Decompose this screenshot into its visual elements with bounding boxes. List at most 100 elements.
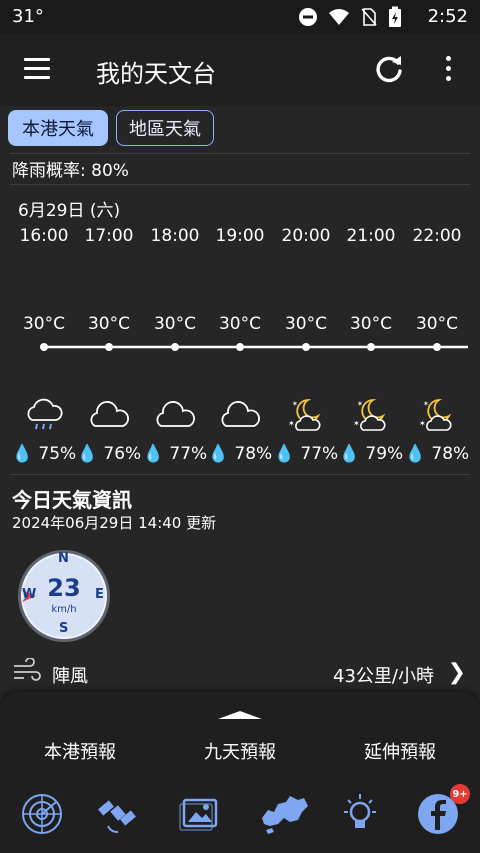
- status-temperature: 31°: [12, 6, 44, 27]
- temperature-point: [302, 343, 310, 351]
- humidity-drop-icon: 💧: [207, 444, 229, 464]
- more-options-button[interactable]: [444, 56, 452, 84]
- forecast-temperature: 30°C: [218, 314, 261, 334]
- forecast-temperature: 30°C: [22, 314, 65, 334]
- humidity-value: 77%: [169, 444, 208, 464]
- forecast-temperature: 30°C: [415, 314, 458, 334]
- forecast-hour: 22:00: [412, 226, 462, 246]
- tab-local-weather[interactable]: 本港天氣: [8, 110, 108, 146]
- compass-north: N: [58, 551, 69, 566]
- forecast-temperature: 30°C: [349, 314, 392, 334]
- humidity-value: 78%: [431, 444, 470, 464]
- compass-south: S: [59, 621, 69, 636]
- forecast-hour: 18:00: [150, 226, 200, 246]
- status-bar: 31° 2:52: [0, 0, 480, 34]
- temperature-point: [236, 343, 244, 351]
- forecast-hour: 16:00: [19, 226, 69, 246]
- wind-compass[interactable]: N E S W 23 km/h: [16, 548, 112, 644]
- forecast-humidity: 💧 78%: [207, 444, 273, 464]
- cloud-icon: [221, 401, 260, 427]
- humidity-value: 78%: [234, 444, 273, 464]
- menu-button[interactable]: [24, 58, 50, 80]
- bottom-sheet: 本港預報 九天預報 延伸預報: [0, 692, 480, 853]
- wind-icon: [14, 658, 41, 681]
- wind-speed-unit: km/h: [51, 604, 77, 615]
- forecast-icons-row: ✶ ✶ ✶ ✶ ✶ ✶: [0, 396, 480, 440]
- temperature-point: [40, 343, 48, 351]
- menu-icon-bar: [24, 58, 50, 61]
- svg-text:✶: ✶: [357, 400, 363, 408]
- divider: [10, 153, 470, 154]
- humidity-drop-icon: 💧: [76, 444, 98, 464]
- svg-text:✶: ✶: [292, 400, 298, 408]
- temperature-trend-chart: [40, 343, 468, 351]
- cloud-icon: [90, 401, 129, 427]
- wifi-icon: [329, 9, 349, 25]
- lightbulb-icon[interactable]: [338, 792, 382, 836]
- more-dot: [445, 66, 451, 71]
- forecast-temperature: 30°C: [284, 314, 327, 334]
- temperature-point: [433, 343, 441, 351]
- forecast-hour: 21:00: [346, 226, 396, 246]
- forecast-hour: 17:00: [84, 226, 134, 246]
- extended-forecast-link[interactable]: 延伸預報: [330, 738, 470, 764]
- wind-speed: 23: [47, 574, 81, 602]
- temperature-point: [105, 343, 113, 351]
- forecast-temperature: 30°C: [153, 314, 196, 334]
- humidity-value: 75%: [38, 444, 77, 464]
- forecast-humidity: 💧 79%: [338, 444, 404, 464]
- expand-handle-icon[interactable]: [216, 710, 264, 720]
- forecast-hour: 19:00: [215, 226, 265, 246]
- rain-probability: 降雨概率: 80%: [12, 161, 129, 181]
- today-info-updated: 2024年06月29日 14:40 更新: [12, 514, 217, 532]
- divider: [10, 474, 470, 475]
- radar-icon[interactable]: [20, 792, 64, 836]
- divider: [10, 184, 470, 185]
- menu-icon-bar: [24, 67, 50, 70]
- gust-row[interactable]: 陣風 43公里/小時 ❯: [0, 652, 480, 696]
- humidity-drop-icon: 💧: [273, 444, 295, 464]
- humidity-drop-icon: 💧: [404, 444, 426, 464]
- hong-kong-map-icon[interactable]: [258, 792, 310, 836]
- more-dot: [445, 56, 451, 61]
- gallery-icon[interactable]: [178, 792, 222, 836]
- more-dot: [445, 76, 451, 81]
- forecast-temperature: 30°C: [87, 314, 130, 334]
- status-icons: [298, 6, 402, 28]
- refresh-button[interactable]: [372, 52, 406, 86]
- forecast-humidity: 💧 77%: [142, 444, 208, 464]
- forecast-humidity: 💧 76%: [76, 444, 142, 464]
- svg-text:✶: ✶: [423, 400, 429, 408]
- forecast-humidity: 💧 75%: [11, 444, 77, 464]
- menu-icon-bar: [24, 76, 50, 79]
- humidity-value: 76%: [103, 444, 142, 464]
- humidity-drop-icon: 💧: [11, 444, 33, 464]
- temperature-point: [171, 343, 179, 351]
- app-bar: 我的天文台: [0, 34, 480, 106]
- chevron-right-icon: ❯: [447, 660, 466, 685]
- app-title: 我的天文台: [96, 60, 216, 88]
- tab-regional-weather[interactable]: 地區天氣: [116, 110, 214, 146]
- weather-tabs: 本港天氣 地區天氣: [0, 106, 480, 154]
- forecast-hour: 20:00: [281, 226, 331, 246]
- gust-label: 陣風: [52, 666, 88, 687]
- notification-badge: 9+: [450, 784, 470, 804]
- forecast-date: 6月29日 (六): [18, 201, 121, 221]
- temperature-point: [367, 343, 375, 351]
- gust-value: 43公里/小時: [333, 666, 434, 687]
- night-cloud-icon: ✶ ✶: [419, 399, 452, 431]
- humidity-value: 79%: [365, 444, 404, 464]
- local-forecast-link[interactable]: 本港預報: [10, 738, 150, 764]
- humidity-drop-icon: 💧: [142, 444, 164, 464]
- svg-text:✶: ✶: [353, 419, 360, 428]
- night-cloud-icon: ✶ ✶: [288, 399, 321, 431]
- svg-text:✶: ✶: [288, 419, 295, 428]
- satellite-icon[interactable]: [96, 792, 140, 836]
- today-info-title: 今日天氣資訊: [12, 488, 132, 512]
- humidity-value: 77%: [300, 444, 339, 464]
- no-sim-icon: [361, 8, 377, 26]
- forecast-humidity: 💧 77%: [273, 444, 339, 464]
- rain-cloud-icon: [27, 398, 63, 430]
- nine-day-forecast-link[interactable]: 九天預報: [170, 738, 310, 764]
- cloud-icon: [156, 401, 195, 427]
